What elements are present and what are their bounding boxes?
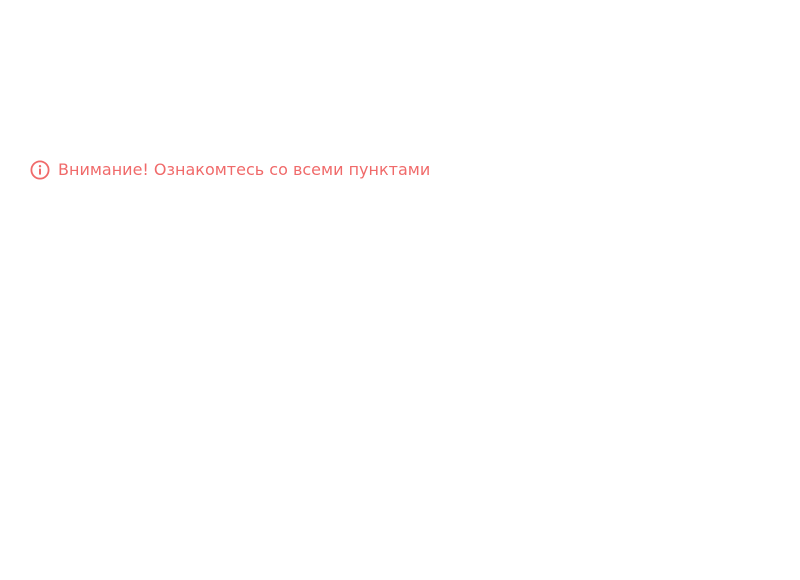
page: Внимание! Ознакомтесь со всеми пунктами bbox=[0, 0, 800, 580]
info-circle-icon bbox=[30, 160, 50, 180]
warning-text: Внимание! Ознакомтесь со всеми пунктами bbox=[58, 160, 431, 179]
terms-list bbox=[30, 204, 690, 222]
warning-message: Внимание! Ознакомтесь со всеми пунктами bbox=[30, 159, 430, 181]
